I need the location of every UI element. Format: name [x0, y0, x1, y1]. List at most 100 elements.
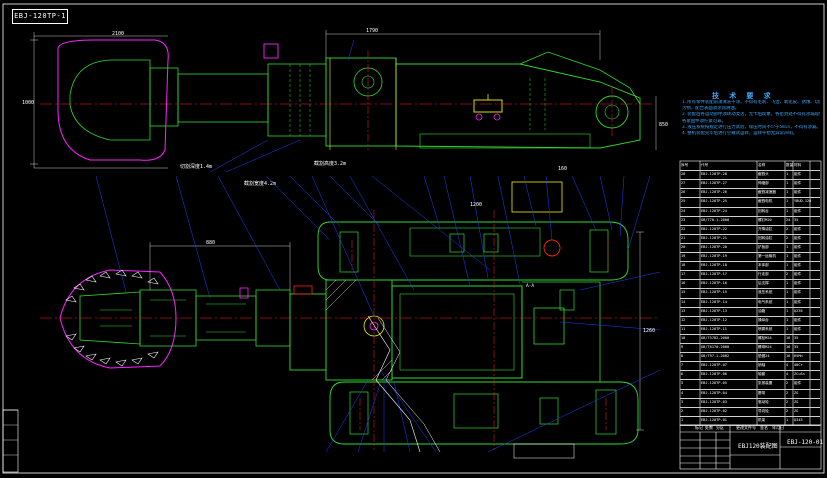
bom-cell: 21 — [681, 235, 686, 240]
bom-cell: 组件 — [794, 299, 802, 304]
bom-cell: 驱动轮 — [758, 399, 769, 404]
bom-cell: 本体部 — [758, 263, 769, 268]
bottom-main-body-inner — [399, 293, 515, 371]
bom-cell: 11 — [681, 326, 686, 331]
bom-cell: GB/T6170-2000 — [701, 345, 730, 350]
bom-cell: EBJ-120TP-07 — [701, 363, 727, 368]
bom-cell: 组件 — [794, 244, 802, 249]
bom-cell: 操纵台 — [758, 317, 769, 322]
dim-top-mid: 1790 — [366, 28, 378, 34]
bom-cell: 1 — [786, 290, 789, 295]
top-main-body-outline — [395, 63, 641, 149]
top-boom-section-3 — [267, 63, 327, 137]
bom-cell: EBJ-120TP-14 — [701, 299, 727, 304]
bom-cell: 22 — [681, 226, 686, 231]
top-cutting-head-inner — [69, 59, 151, 141]
bottom-upper-track-inner — [409, 227, 541, 257]
bottom-upper-yellow-cover — [511, 181, 563, 213]
bottom-upper-red-wheel — [543, 239, 561, 257]
bom-cell: ZG — [794, 408, 799, 413]
bom-cell: 16 — [786, 345, 791, 350]
tech-note-line: 2.装配后各运动部件须转动灵活，无卡阻现象，各密封处不得有渗漏现象 — [682, 112, 820, 118]
bom-cell: 8 — [681, 354, 684, 359]
bom-cell: 6 — [681, 372, 684, 377]
bottom-leader-lines — [95, 175, 661, 453]
frame-left-strip-rows — [3, 424, 18, 456]
bom-cell: 24 — [681, 208, 686, 213]
bom-cell: 26 — [681, 190, 686, 195]
bom-cell: EBJ-120TP-20 — [701, 244, 727, 249]
bom-cell: YBUD-120 — [794, 199, 812, 204]
bom-cell: 伸缩部 — [758, 181, 769, 186]
bottom-lower-skid — [513, 443, 575, 459]
bom-cell: 1 — [786, 326, 789, 331]
top-magenta-block — [263, 43, 279, 59]
bom-cell: 65Mn — [794, 354, 803, 359]
bom-cell: 组件 — [794, 272, 802, 277]
bom-cell: 15 — [681, 290, 686, 295]
bom-cell: 组件 — [794, 290, 802, 295]
bom-cell: 组件 — [794, 254, 802, 259]
bom-cell: 行走部 — [758, 272, 769, 277]
tb-head-cell: 分区 — [716, 425, 724, 430]
bom-cell: 1 — [786, 244, 789, 249]
bom-cell: 1 — [786, 208, 789, 213]
dim-right-height: 850 — [659, 122, 668, 128]
bom-cell: 25 — [681, 199, 686, 204]
tb-head-cell: 年月日 — [772, 425, 784, 430]
tech-requirements-notes: 1.所有零件装配前须清洗干净，不得有毛刺、飞边、氧化皮、锈蚀、切屑等 污物，配合… — [682, 100, 820, 137]
bom-cell: 升降油缸 — [758, 226, 773, 231]
bom-cell: EBJ-120TP-19 — [701, 254, 727, 259]
bottom-magenta-fitting — [239, 287, 249, 299]
bom-cell: 23 — [681, 217, 686, 222]
dim-section-aa: A-A — [526, 283, 534, 289]
bottom-lower-track — [329, 381, 639, 445]
bom-cell: 10 — [681, 335, 686, 340]
bom-cell: 回转台 — [758, 208, 769, 213]
bom-cell: 组件 — [794, 172, 802, 177]
bom-cell: ZG — [794, 399, 799, 404]
bottom-upper-track — [317, 221, 629, 281]
bottom-red-fitting — [293, 285, 313, 295]
bottom-valve-block-small — [559, 289, 575, 311]
bottom-valve-block — [533, 307, 565, 345]
bom-cell: 19 — [681, 254, 686, 259]
bom-cell: 后支撑 — [758, 281, 769, 286]
bottom-section-cut-line — [367, 315, 421, 453]
bom-cell: EBJ-120TP-16 — [701, 281, 727, 286]
bom-cell: 35 — [794, 335, 799, 340]
bom-cell: 1 — [786, 190, 789, 195]
bom-cell: EBJ-120TP-02 — [701, 408, 727, 413]
bom-cell: 机架 — [758, 417, 766, 422]
bom-cell: 12 — [681, 317, 686, 322]
bom-cell: 17 — [681, 272, 686, 277]
bom-cell: 1 — [786, 417, 789, 422]
bottom-dimensions — [149, 231, 644, 431]
bom-cell: 组件 — [794, 235, 802, 240]
dim-view-height: 1260 — [643, 328, 655, 334]
bottom-vert-centerlines — [351, 210, 609, 450]
tb-head-cell: 标记 — [695, 425, 703, 430]
bom-cell: 28 — [681, 172, 686, 177]
bom-cell: 截割减速器 — [758, 190, 776, 195]
bom-cell: 20 — [681, 244, 686, 249]
top-rotary-block — [325, 57, 397, 147]
bom-cell: 轴套 — [758, 372, 766, 377]
bom-cell: 组件 — [794, 263, 802, 268]
bom-cell: 1 — [786, 181, 789, 186]
bom-cell: EBJ-120TP-06 — [701, 372, 727, 377]
bom-cell: 5 — [681, 381, 684, 386]
bom-cell: EBJ-120TP-21 — [701, 235, 727, 240]
bom-cell: 14 — [681, 299, 686, 304]
bom-cell: EBJ-120TP-15 — [701, 290, 727, 295]
bom-cell: 组件 — [794, 181, 802, 186]
bom-cell: 16 — [786, 335, 791, 340]
title-block-name: EBJ120装配图 — [738, 443, 778, 450]
bom-cell: 张紧装置 — [758, 381, 773, 386]
bom-cell: 材料 — [794, 163, 802, 167]
bom-cell: 第一运输机 — [758, 254, 776, 259]
top-track-lower — [419, 133, 591, 149]
bom-cell: EBJ-120TP-25 — [701, 199, 727, 204]
bom-cell: 销轴 — [758, 363, 766, 368]
dim-front-len: 880 — [206, 240, 215, 246]
